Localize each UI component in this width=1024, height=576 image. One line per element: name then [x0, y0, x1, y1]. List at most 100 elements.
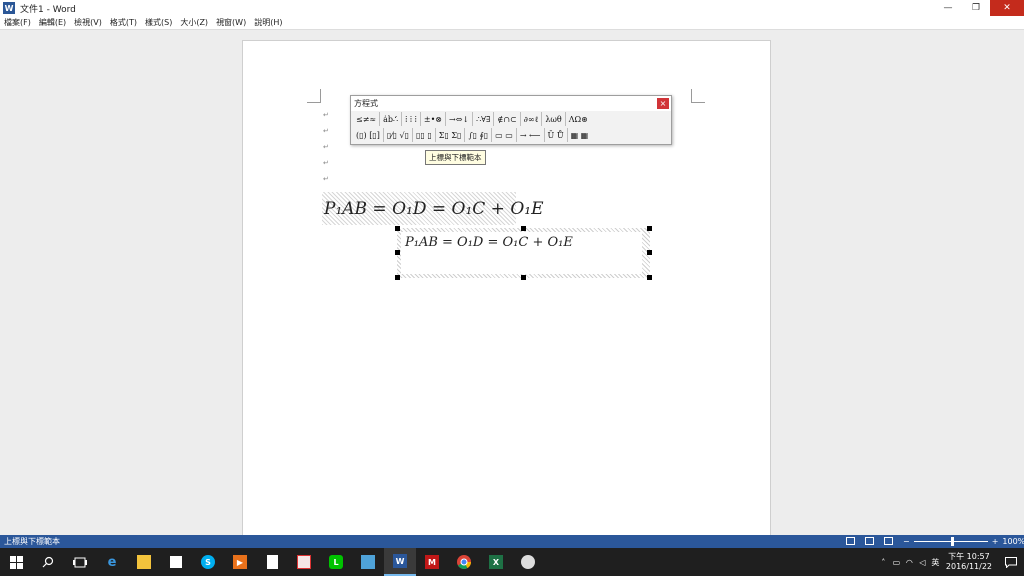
taskbar: e S ▶ L W M X ˄ ▭ ◠ ◁ 英 下午 10:57 2016/11… — [0, 548, 1024, 576]
view-buttons — [846, 537, 893, 545]
misc-symbols-button[interactable]: ∂∞ℓ — [521, 112, 543, 126]
mcafee-icon[interactable]: M — [416, 548, 448, 576]
file-explorer-icon[interactable] — [128, 548, 160, 576]
search-icon[interactable] — [32, 548, 64, 576]
volume-icon[interactable]: ◁ — [916, 558, 929, 567]
template-palette-row: (▯) [▯] ▯⁄▯ √▯ ▯▯ ▯ Σ▯ Σ▯ ∫▯ ∮▯ ▭ ▭ → ⟵ … — [351, 127, 671, 143]
products-set-templates-button[interactable]: Ū Ů — [545, 128, 568, 142]
tooltip: 上標與下標範本 — [425, 150, 486, 165]
zoom-slider-thumb[interactable] — [950, 537, 954, 546]
relational-symbols-button[interactable]: ≤≠≈ — [353, 112, 381, 126]
equation-toolbar-title[interactable]: 方程式 × — [351, 96, 671, 111]
chevron-up-icon[interactable]: ˄ — [877, 558, 890, 567]
zoom-in-button[interactable]: + — [992, 537, 999, 546]
notification-icon[interactable] — [998, 548, 1024, 576]
summation-templates-button[interactable]: Σ▯ Σ▯ — [436, 128, 466, 142]
paint-palette-icon[interactable] — [512, 548, 544, 576]
menu-help[interactable]: 說明(H) — [250, 17, 286, 28]
photos-icon[interactable] — [352, 548, 384, 576]
menu-format[interactable]: 格式(T) — [106, 17, 141, 28]
arrow-symbols-button[interactable]: →⇔↓ — [446, 112, 474, 126]
task-view-icon[interactable] — [64, 548, 96, 576]
word-app-icon[interactable]: W — [3, 2, 15, 14]
zoom-control: − + 100% — [903, 535, 1024, 548]
resize-handle[interactable] — [521, 275, 526, 280]
ime-indicator[interactable]: 英 — [929, 557, 942, 568]
paragraph-mark: ↵ — [323, 127, 329, 135]
resize-handle[interactable] — [395, 250, 400, 255]
edge-icon[interactable]: e — [96, 548, 128, 576]
embellishments-button[interactable]: ⁞ ⁞ ⁞ — [402, 112, 421, 126]
skype-icon[interactable]: S — [192, 548, 224, 576]
clock-time: 下午 10:57 — [948, 552, 990, 561]
matrix-templates-button[interactable]: ▦ ▦ — [568, 128, 592, 142]
menu-style[interactable]: 樣式(S) — [141, 17, 176, 28]
equation-edit-frame[interactable]: P₁AB = O₁D = O₁C + O₁E — [395, 226, 652, 280]
excel-icon[interactable]: X — [480, 548, 512, 576]
close-button[interactable]: ✕ — [990, 0, 1024, 16]
wifi-icon[interactable]: ◠ — [903, 558, 916, 567]
battery-icon[interactable]: ▭ — [890, 558, 903, 567]
paragraph-mark: ↵ — [323, 143, 329, 151]
resize-handle[interactable] — [647, 250, 652, 255]
resize-handle[interactable] — [647, 226, 652, 231]
integral-templates-button[interactable]: ∫▯ ∮▯ — [465, 128, 493, 142]
title-bar: W 文件1 - Word — ❐ ✕ — [0, 0, 1024, 16]
equation-edit-area[interactable]: P₁AB = O₁D = O₁C + O₁E — [401, 232, 642, 274]
web-layout-icon[interactable] — [884, 537, 893, 545]
menu-bar: 檔案(F) 編輯(E) 檢視(V) 格式(T) 樣式(S) 大小(Z) 視窗(W… — [0, 16, 1024, 30]
zoom-out-button[interactable]: − — [903, 537, 910, 546]
status-bar: 上標與下標範本 − + 100% — [0, 535, 1024, 548]
zoom-level[interactable]: 100% — [1002, 537, 1024, 546]
menu-window[interactable]: 視窗(W) — [212, 17, 250, 28]
resize-handle[interactable] — [521, 226, 526, 231]
spaces-ellipses-button[interactable]: ȧb∴̇ — [380, 112, 403, 126]
resize-handle[interactable] — [395, 275, 400, 280]
read-mode-icon[interactable] — [846, 537, 855, 545]
clock[interactable]: 下午 10:57 2016/11/22 — [946, 552, 992, 572]
operator-symbols-button[interactable]: ±•⊗ — [421, 112, 446, 126]
menu-view[interactable]: 檢視(V) — [70, 17, 106, 28]
paint-icon[interactable] — [288, 548, 320, 576]
fence-templates-button[interactable]: (▯) [▯] — [353, 128, 384, 142]
start-icon[interactable] — [0, 548, 32, 576]
equation-toolbar-close-button[interactable]: × — [657, 98, 669, 109]
print-layout-icon[interactable] — [865, 537, 874, 545]
menu-file[interactable]: 檔案(F) — [0, 17, 35, 28]
margin-corner-top-right — [691, 89, 705, 103]
menu-size[interactable]: 大小(Z) — [176, 17, 212, 28]
margin-corner-top-left — [307, 89, 321, 103]
underbar-overbar-templates-button[interactable]: ▭ ▭ — [492, 128, 517, 142]
symbol-palette-row: ≤≠≈ ȧb∴̇ ⁞ ⁞ ⁞ ±•⊗ →⇔↓ ∴∀∃ ∉∩⊂ ∂∞ℓ λωθ Λ… — [351, 111, 671, 127]
paragraph-mark: ↵ — [323, 175, 329, 183]
greek-uppercase-button[interactable]: ΛΩ⊛ — [566, 112, 591, 126]
store-icon[interactable] — [160, 548, 192, 576]
fraction-radical-templates-button[interactable]: ▯⁄▯ √▯ — [384, 128, 414, 142]
media-player-icon[interactable]: ▶ — [224, 548, 256, 576]
minimize-button[interactable]: — — [934, 0, 962, 16]
equation-object-selected[interactable]: P₁AB = O₁D = O₁C + O₁E — [322, 192, 543, 225]
set-theory-symbols-button[interactable]: ∉∩⊂ — [494, 112, 521, 126]
restore-button[interactable]: ❐ — [962, 0, 990, 16]
subscript-superscript-templates-button[interactable]: ▯▯ ▯ — [413, 128, 436, 142]
paragraph-mark: ↵ — [323, 159, 329, 167]
paragraph-mark: ↵ — [323, 111, 329, 119]
resize-handle[interactable] — [395, 226, 400, 231]
clock-date: 2016/11/22 — [945, 562, 992, 571]
document-icon[interactable] — [256, 548, 288, 576]
word-icon[interactable]: W — [384, 548, 416, 576]
logical-symbols-button[interactable]: ∴∀∃ — [473, 112, 495, 126]
status-text: 上標與下標範本 — [4, 537, 60, 546]
resize-handle[interactable] — [647, 275, 652, 280]
equation-toolbar-title-text: 方程式 — [354, 99, 378, 108]
line-icon[interactable]: L — [320, 548, 352, 576]
equation-text: P₁AB = O₁D = O₁C + O₁E — [405, 235, 573, 250]
labeled-arrow-templates-button[interactable]: → ⟵ — [517, 128, 545, 142]
system-tray: ˄ ▭ ◠ ◁ 英 下午 10:57 2016/11/22 — [877, 548, 1024, 576]
window-controls: — ❐ ✕ — [934, 0, 1024, 16]
chrome-icon[interactable] — [448, 548, 480, 576]
greek-lowercase-button[interactable]: λωθ — [542, 112, 566, 126]
equation-text: P₁AB = O₁D = O₁C + O₁E — [324, 198, 544, 219]
menu-edit[interactable]: 編輯(E) — [35, 17, 70, 28]
zoom-slider[interactable] — [913, 537, 988, 546]
